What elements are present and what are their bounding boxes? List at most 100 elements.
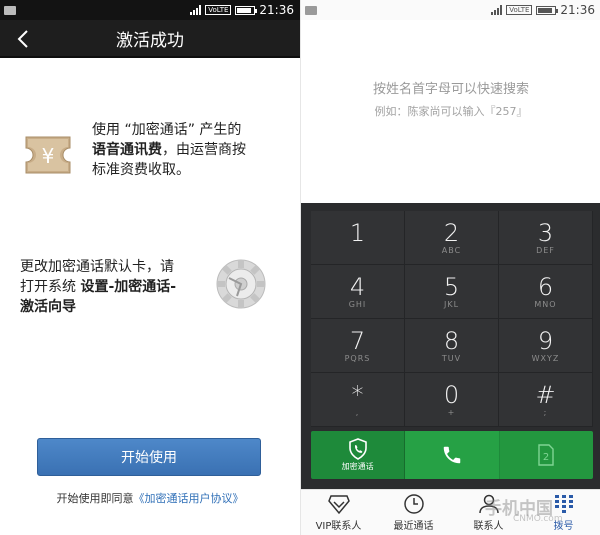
card-line-3: 激活向导 xyxy=(20,297,210,317)
dial-key-letters: DEF xyxy=(536,245,555,255)
dial-key-digit: 1 xyxy=(349,218,366,247)
card-line-3-bold: 激活向导 xyxy=(20,299,76,315)
dial-key-4[interactable]: 4 GHI xyxy=(311,265,405,319)
user-agreement-link[interactable]: 《加密通话用户协议》 xyxy=(134,492,244,505)
dial-key-hash[interactable]: #; xyxy=(499,373,593,427)
sim-card-icon: 2 xyxy=(538,444,555,466)
signal-icon xyxy=(190,5,202,15)
volte-badge: VoLTE xyxy=(205,5,232,15)
sim-card-button[interactable]: 2 xyxy=(499,431,593,479)
battery-icon xyxy=(536,5,559,15)
nav-recent-calls[interactable]: 最近通话 xyxy=(376,490,451,535)
dial-key-digit: 9 xyxy=(537,326,554,355)
title-bar: 激活成功 xyxy=(0,20,300,58)
nav-contacts[interactable]: 联系人 xyxy=(451,490,526,535)
billing-text: 使用 “加密通话” 产生的 语音通讯费，由运营商按 标准资费收取。 xyxy=(92,120,292,180)
search-hint-title: 按姓名首字母可以快速搜索 xyxy=(372,82,529,97)
default-card-text: 更改加密通话默认卡，请 打开系统 设置-加密通话- 激活向导 xyxy=(20,257,210,317)
dial-key-0[interactable]: 0 + xyxy=(405,373,499,427)
dial-key-digit: 8 xyxy=(443,326,460,355)
dial-key-digit: # xyxy=(535,380,556,409)
billing-middle: ，由运营商按 xyxy=(162,142,246,158)
battery-icon xyxy=(235,5,258,15)
dial-key-5[interactable]: 5 JKL xyxy=(405,265,499,319)
svg-text:¥: ¥ xyxy=(42,144,55,168)
dial-key-letters: ; xyxy=(543,407,548,417)
nav-dialpad-label: 拨号 xyxy=(553,521,574,532)
status-time: 21:36 xyxy=(259,3,294,17)
dial-key-digit: 0 xyxy=(443,380,460,409)
dialpad-icon xyxy=(554,495,573,513)
dial-key-8[interactable]: 8 TUV xyxy=(405,319,499,373)
vip-contacts-icon xyxy=(327,495,350,515)
dial-key-digit: 6 xyxy=(537,272,554,301)
encrypted-shield-icon xyxy=(348,438,367,460)
dial-key-digit: 3 xyxy=(537,218,554,247)
dial-key-7[interactable]: 7 PQRS xyxy=(311,319,405,373)
billing-info: ¥ 使用 “加密通话” 产生的 语音通讯费，由运营商按 标准资费收取。 xyxy=(0,118,300,188)
encrypted-call-button[interactable]: 加密通话 xyxy=(311,431,406,479)
status-bar: VoLTE 21:36 xyxy=(301,0,600,20)
dial-key-6[interactable]: 6 MNO xyxy=(499,265,593,319)
back-button[interactable] xyxy=(10,25,36,53)
key-grid: 1 2 ABC 3 DEF 4 GHI 5 JKL 6 MNO 7 PQRS 8 TUV 9 WXYZ *, 0 + #… xyxy=(311,211,593,427)
nav-contacts-label: 联系人 xyxy=(473,521,504,532)
card-line-1: 更改加密通话默认卡，请 xyxy=(20,259,174,275)
dial-key-letters: GHI xyxy=(348,299,367,309)
card-line-2-bold: 设置-加密通话- xyxy=(80,279,177,295)
start-using-button[interactable]: 开始使用 xyxy=(37,438,261,476)
card-line-2: 打开系统 设置-加密通话- xyxy=(20,277,210,297)
dial-key-letters: + xyxy=(447,407,456,417)
nav-dialpad[interactable]: 拨号 xyxy=(526,490,600,535)
billing-line-1: 使用 “加密通话” 产生的 xyxy=(92,122,242,138)
image-notification-icon xyxy=(4,5,16,15)
dial-key-1[interactable]: 1 xyxy=(311,211,405,265)
agreement-prefix: 开始使用即同意 xyxy=(56,492,134,505)
image-notification-icon xyxy=(305,5,317,15)
sim-number: 2 xyxy=(543,452,549,463)
billing-line-3: 标准资费收取。 xyxy=(92,162,190,178)
dial-key-letters: , xyxy=(355,407,360,417)
call-action-bar: 加密通话 2 xyxy=(311,431,593,479)
billing-bold: 语音通讯费 xyxy=(92,142,162,158)
settings-gear-icon xyxy=(216,259,266,309)
dial-key-digit: 7 xyxy=(349,326,366,355)
encrypted-call-label: 加密通话 xyxy=(341,462,374,471)
dial-key-digit: 4 xyxy=(349,272,366,301)
dial-key-letters: ABC xyxy=(441,245,462,255)
page-title: 激活成功 xyxy=(116,30,184,51)
search-hint-example: 例如：陈家尚可以输入『257』 xyxy=(374,105,528,118)
phone-handset-icon xyxy=(443,446,461,464)
recent-calls-icon xyxy=(403,494,424,514)
yuan-ticket-icon: ¥ xyxy=(25,136,71,174)
back-arrow-icon xyxy=(17,30,28,48)
dial-key-digit: 2 xyxy=(443,218,460,247)
dial-key-2[interactable]: 2 ABC xyxy=(405,211,499,265)
dial-keypad: 1 2 ABC 3 DEF 4 GHI 5 JKL 6 MNO 7 PQRS 8 TUV 9 WXYZ *, 0 + #… xyxy=(301,203,600,489)
dial-key-digit: 5 xyxy=(443,272,460,301)
activation-screen: VoLTE 21:36 激活成功 ¥ 使用 “加密通话” 产生的 语音通讯费，由… xyxy=(0,0,300,535)
default-card-info: 更改加密通话默认卡，请 打开系统 设置-加密通话- 激活向导 xyxy=(0,255,300,325)
dial-key-letters: TUV xyxy=(441,353,462,363)
dial-key-letters: WXYZ xyxy=(531,353,560,363)
dialer-screen: VoLTE 21:36 按姓名首字母可以快速搜索 例如：陈家尚可以输入『257』… xyxy=(300,0,600,535)
card-line-2-prefix: 打开系统 xyxy=(20,279,81,295)
nav-vip-contacts[interactable]: VIP联系人 xyxy=(301,490,376,535)
dial-key-9[interactable]: 9 WXYZ xyxy=(499,319,593,373)
status-bar: VoLTE 21:36 xyxy=(0,0,300,20)
nav-recent-label: 最近通话 xyxy=(393,521,434,532)
dial-key-letters: JKL xyxy=(443,299,460,309)
dial-key-star[interactable]: *, xyxy=(311,373,405,427)
dial-key-3[interactable]: 3 DEF xyxy=(499,211,593,265)
nav-vip-label: VIP联系人 xyxy=(315,521,362,532)
volte-badge: VoLTE xyxy=(506,5,533,15)
call-button[interactable] xyxy=(405,431,500,479)
billing-line-2: 语音通讯费，由运营商按 xyxy=(92,140,292,160)
signal-icon xyxy=(491,5,503,15)
dial-key-digit: * xyxy=(351,380,364,409)
status-time: 21:36 xyxy=(560,3,595,17)
contacts-icon xyxy=(478,494,499,514)
bottom-navigation: VIP联系人 最近通话 联系人 拨号 xyxy=(301,489,600,535)
dial-key-letters: MNO xyxy=(534,299,557,309)
dial-key-letters: PQRS xyxy=(344,353,371,363)
